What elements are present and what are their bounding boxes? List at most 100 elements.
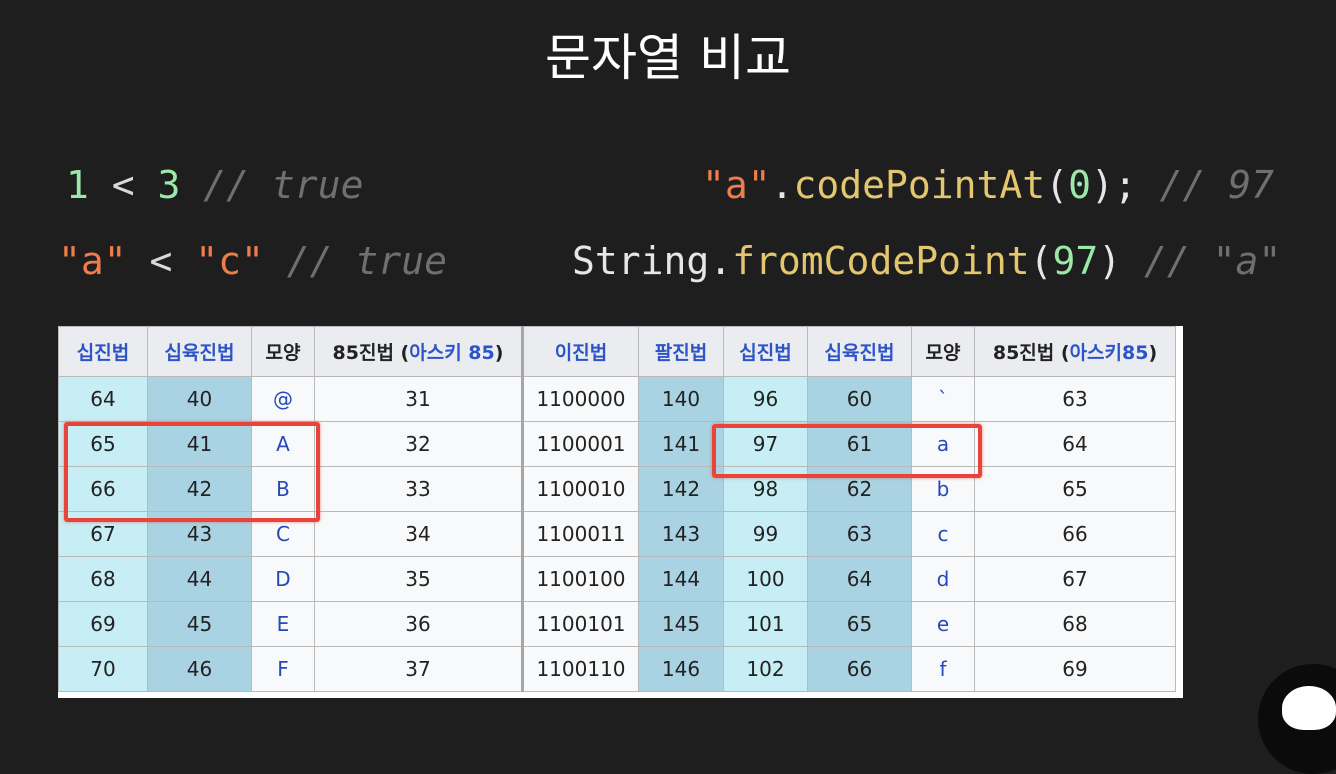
table-cell: 60 — [807, 376, 912, 422]
table-row: 68 44 D 35 1100100 144 100 64 d 67 — [58, 556, 1176, 602]
ascii85-link-2[interactable]: 아스키85 — [1070, 342, 1149, 364]
table-cell: 44 — [147, 556, 252, 602]
table-cell[interactable]: @ — [251, 376, 315, 422]
table-cell: 68 — [974, 601, 1176, 647]
table-cell[interactable]: D — [251, 556, 315, 602]
table-cell: 1100110 — [522, 646, 639, 692]
table-cell[interactable]: d — [911, 556, 975, 602]
table-cell: 1100101 — [522, 601, 639, 647]
code-line-codepointat: "a".codePointAt(0); // 97 — [702, 160, 1274, 210]
table-cell: 40 — [147, 376, 252, 422]
table-cell: 64 — [58, 376, 148, 422]
table-cell: 101 — [723, 601, 808, 647]
table-cell: 144 — [638, 556, 724, 602]
table-cell: 66 — [974, 511, 1176, 557]
table-cell: 68 — [58, 556, 148, 602]
table-cell[interactable]: e — [911, 601, 975, 647]
table-cell: 100 — [723, 556, 808, 602]
table-cell[interactable]: c — [911, 511, 975, 557]
header-binary: 이진법 — [522, 326, 639, 377]
code-token: ( — [1045, 163, 1069, 207]
header-glyph: 모양 — [251, 326, 315, 377]
ascii85-link[interactable]: 아스키 85 — [409, 342, 495, 364]
header-decimal-2: 십진법 — [723, 326, 808, 377]
header-hex-2: 십육진법 — [807, 326, 912, 377]
table-cell: 145 — [638, 601, 724, 647]
table-cell: 70 — [58, 646, 148, 692]
table-cell: 46 — [147, 646, 252, 692]
header-base85: 85진법 (아스키 85) — [314, 326, 524, 377]
table-cell: 140 — [638, 376, 724, 422]
code-comment: // "a" — [1121, 239, 1282, 283]
code-token: 97 — [1052, 239, 1099, 283]
code-line-strings: "a" < "c" // true — [58, 236, 447, 286]
table-cell: 64 — [974, 421, 1176, 467]
code-token: "a" — [702, 163, 771, 207]
table-cell: 34 — [314, 511, 524, 557]
table-cell: 65 — [807, 601, 912, 647]
code-token: "a" — [58, 239, 127, 283]
table-cell: 99 — [723, 511, 808, 557]
table-cell: 36 — [314, 601, 524, 647]
table-cell: 142 — [638, 466, 724, 512]
table-cell: 1100100 — [522, 556, 639, 602]
table-cell: 143 — [638, 511, 724, 557]
code-token: ( — [1029, 239, 1053, 283]
table-cell[interactable]: F — [251, 646, 315, 692]
table-cell: 65 — [974, 466, 1176, 512]
code-token: 0 — [1068, 163, 1091, 207]
header-decimal: 십진법 — [58, 326, 148, 377]
code-token: ); — [1090, 163, 1137, 207]
code-token: . — [770, 163, 794, 207]
cat-logo-icon — [1282, 686, 1336, 730]
table-cell[interactable]: f — [911, 646, 975, 692]
table-cell: 63 — [974, 376, 1176, 422]
table-cell: 69 — [58, 601, 148, 647]
code-comment: // true — [180, 163, 364, 207]
table-cell: 64 — [807, 556, 912, 602]
code-token: "c" — [195, 239, 264, 283]
table-cell: 63 — [807, 511, 912, 557]
table-cell: 69 — [974, 646, 1176, 692]
table-header-row: 십진법 십육진법 모양 85진법 (아스키 85) 이진법 팔진법 십진법 십육… — [58, 326, 1176, 377]
highlight-box-lowercase — [712, 424, 982, 478]
page-title: 문자열 비교 — [545, 29, 791, 87]
table-cell: 1100000 — [522, 376, 639, 422]
table-row: 69 45 E 36 1100101 145 101 65 e 68 — [58, 601, 1176, 647]
header-glyph-2: 모양 — [911, 326, 975, 377]
table-cell[interactable]: E — [251, 601, 315, 647]
code-token: 3 — [157, 163, 181, 207]
header-base85-close: ) — [494, 342, 504, 364]
table-row: 70 46 F 37 1100110 146 102 66 f 69 — [58, 646, 1176, 692]
table-cell: 1100001 — [522, 421, 639, 467]
table-cell: 102 — [723, 646, 808, 692]
code-token: < — [126, 239, 196, 283]
code-token: . — [709, 239, 733, 283]
table-row: 64 40 @31 1100000 140 96 60 ` 63 — [58, 376, 1176, 422]
header-octal: 팔진법 — [638, 326, 724, 377]
code-comment: // 97 — [1136, 163, 1275, 207]
code-comment: // true — [263, 239, 447, 283]
code-line-numbers: 1 < 3 // true — [66, 160, 363, 210]
table-cell: 146 — [638, 646, 724, 692]
code-token: 1 — [66, 163, 89, 207]
table-cell: 1100010 — [522, 466, 639, 512]
table-cell: 31 — [314, 376, 524, 422]
table-cell: 37 — [314, 646, 524, 692]
channel-logo — [1258, 664, 1336, 774]
highlight-box-uppercase — [64, 422, 320, 522]
header-base85-2: 85진법 (아스키85) — [974, 326, 1176, 377]
table-cell[interactable]: ` — [911, 376, 975, 422]
code-token: fromCodePoint — [732, 239, 1030, 283]
table-cell: 33 — [314, 466, 524, 512]
table-cell: 45 — [147, 601, 252, 647]
table-cell: 96 — [723, 376, 808, 422]
header-base85-label: 85진법 ( — [992, 342, 1070, 364]
table-cell: 67 — [974, 556, 1176, 602]
table-cell: 141 — [638, 421, 724, 467]
code-token: codePointAt — [793, 163, 1046, 207]
code-token: ) — [1098, 239, 1122, 283]
code-line-fromcodepoint: String.fromCodePoint(97) // "a" — [572, 236, 1281, 286]
table-cell: 1100011 — [522, 511, 639, 557]
table-cell: 66 — [807, 646, 912, 692]
